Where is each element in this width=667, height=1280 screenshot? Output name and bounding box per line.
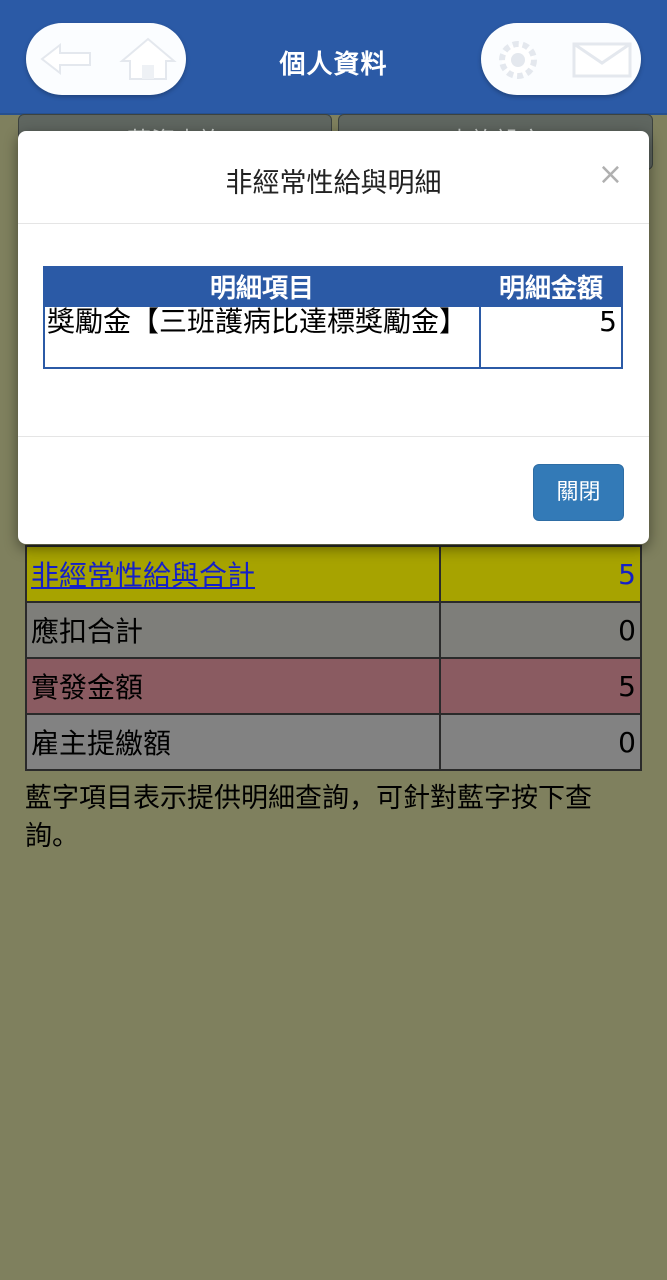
row-label: 應扣合計 (25, 601, 441, 659)
table-row[interactable]: 非經常性給與合計 5 (25, 545, 642, 603)
modal-title: 非經常性給與明細 (225, 168, 442, 199)
table-row: 實發金額 5 (25, 657, 642, 715)
row-value: 5 (439, 657, 642, 715)
close-icon[interactable]: × (598, 157, 623, 192)
help-note: 藍字項目表示提供明細查詢，可針對藍字按下查詢。 (25, 783, 592, 852)
mail-icon[interactable] (571, 41, 633, 79)
row-value: 0 (439, 601, 642, 659)
row-label-link[interactable]: 非經常性給與合計 (25, 545, 441, 603)
table-row: 雇主提繳額 0 (25, 713, 642, 771)
modal-header: 非經常性給與明細 × (18, 131, 649, 224)
close-button[interactable]: 關閉 (533, 464, 624, 521)
nav-pill-right (481, 23, 641, 95)
app-header: 個人資料 (0, 0, 667, 115)
modal-footer: 關閉 (18, 436, 649, 545)
detail-amount: 5 (479, 305, 623, 369)
gear-icon[interactable] (487, 37, 549, 83)
table-row: 應扣合計 0 (25, 601, 642, 659)
row-value: 5 (439, 545, 642, 603)
row-value: 0 (439, 713, 642, 771)
row-label: 雇主提繳額 (25, 713, 441, 771)
table-row: 獎勵金【三班護病比達標獎勵金】 5 (43, 305, 623, 369)
detail-item: 獎勵金【三班護病比達標獎勵金】 (43, 305, 481, 369)
salary-summary-table: 非經常性給與合計 5 應扣合計 0 實發金額 5 雇主提繳額 0 (25, 545, 642, 771)
detail-modal: 非經常性給與明細 × 明細項目 明細金額 獎勵金【三班護病比達標獎勵金】 5 關… (18, 131, 649, 544)
detail-table: 明細項目 明細金額 獎勵金【三班護病比達標獎勵金】 5 (43, 266, 623, 369)
row-label: 實發金額 (25, 657, 441, 715)
column-header-item: 明細項目 (43, 266, 481, 307)
column-header-amount: 明細金額 (479, 266, 623, 307)
table-header-row: 明細項目 明細金額 (43, 266, 623, 307)
